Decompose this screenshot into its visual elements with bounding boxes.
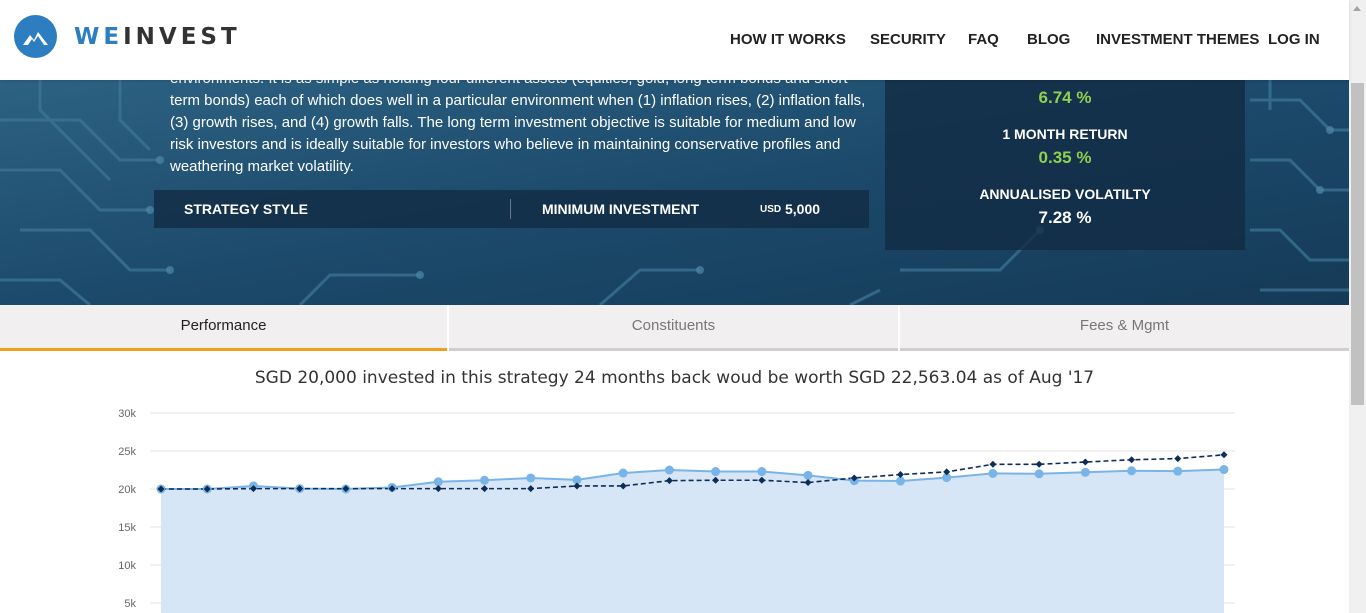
tab-performance[interactable]: Performance xyxy=(0,305,447,351)
strategy-hero: environments. It is as simple as holding… xyxy=(0,80,1349,305)
nav-log-in[interactable]: LOG IN xyxy=(1268,31,1320,48)
performance-chart[interactable]: 30k 25k 20k 15k 10k 5k xyxy=(0,395,1349,613)
one-month-return-value: 0.35 % xyxy=(1038,148,1092,167)
weinvest-logo[interactable]: WEINVEST xyxy=(14,15,241,58)
tab-performance-label: Performance xyxy=(180,317,267,334)
series-light-point xyxy=(988,468,998,478)
tab-fees-mgmt[interactable]: Fees & Mgmt xyxy=(900,305,1349,351)
vertical-scrollbar[interactable] xyxy=(1349,0,1366,613)
minimum-investment-value: 5,000 xyxy=(785,201,821,217)
brand-invest: INVEST xyxy=(123,23,241,50)
series-light-point xyxy=(618,468,628,478)
series-light-point xyxy=(711,467,721,477)
volatility-label: ANNUALISED VOLATILTY xyxy=(979,186,1151,202)
minimum-investment-label: MINIMUM INVESTMENT xyxy=(542,201,700,217)
series-light-point xyxy=(526,473,536,483)
y-tick-label: 15k xyxy=(118,522,136,534)
chart-title: SGD 20,000 invested in this strategy 24 … xyxy=(254,368,1095,388)
site-header: WEINVEST HOW IT WORKS SECURITY FAQ BLOG … xyxy=(0,0,1349,80)
series-light-point xyxy=(480,475,490,485)
series-light-point xyxy=(664,465,674,475)
y-tick-label: 30k xyxy=(118,408,136,420)
series-light-point xyxy=(1173,466,1183,476)
nav-blog[interactable]: BLOG xyxy=(1027,31,1070,48)
series-light-point xyxy=(1127,466,1137,476)
brand-we: WE xyxy=(74,23,124,50)
nav-security[interactable]: SECURITY xyxy=(870,31,946,48)
series-dark-point xyxy=(1220,451,1228,459)
mountain-logo-icon xyxy=(14,15,57,58)
series-dark-point xyxy=(1035,460,1043,468)
tab-fees-mgmt-label: Fees & Mgmt xyxy=(1079,317,1170,334)
info-divider xyxy=(510,199,511,219)
scroll-up-arrow-icon[interactable] xyxy=(1353,6,1361,11)
y-tick-label: 10k xyxy=(118,560,136,572)
y-tick-label: 25k xyxy=(118,446,136,458)
scrollbar-thumb[interactable] xyxy=(1351,83,1364,405)
y-tick-label: 20k xyxy=(118,484,136,496)
tab-underline xyxy=(900,348,1349,351)
strategy-stats-panel: 6.74 % 1 MONTH RETURN 0.35 % ANNUALISED … xyxy=(885,80,1245,250)
series-light-point xyxy=(433,477,443,487)
series-light-point xyxy=(1080,467,1090,477)
nav-how-it-works[interactable]: HOW IT WORKS xyxy=(730,31,846,48)
series-light-point xyxy=(1219,465,1229,475)
strategy-style-label: STRATEGY STYLE xyxy=(184,201,308,217)
tab-active-underline xyxy=(0,348,447,351)
series-dark-point xyxy=(1174,455,1182,463)
strategy-tabs: Performance Constituents Fees & Mgmt xyxy=(0,305,1349,351)
strategy-info-bar: STRATEGY STYLE MINIMUM INVESTMENT USD 5,… xyxy=(154,190,869,228)
first-return-value: 6.74 % xyxy=(1038,88,1092,107)
series-area-fill xyxy=(161,469,1224,613)
series-dark-point xyxy=(989,460,997,468)
strategy-description: environments. It is as simple as holding… xyxy=(170,80,866,175)
series-dark-point xyxy=(1128,456,1136,464)
tab-underline xyxy=(449,348,898,351)
one-month-return-label: 1 MONTH RETURN xyxy=(1002,126,1128,142)
series-dark-point xyxy=(896,471,904,479)
brand-wordmark: WEINVEST xyxy=(74,24,241,50)
tab-constituents-label: Constituents xyxy=(631,317,716,334)
series-light-point xyxy=(1034,469,1044,479)
minimum-investment-currency: USD xyxy=(760,204,782,215)
tab-constituents[interactable]: Constituents xyxy=(449,305,898,351)
volatility-value: 7.28 % xyxy=(1038,208,1092,227)
page: WEINVEST HOW IT WORKS SECURITY FAQ BLOG … xyxy=(0,0,1366,613)
series-light-point xyxy=(803,470,813,480)
series-light-point xyxy=(757,467,767,477)
nav-investment-themes[interactable]: INVESTMENT THEMES xyxy=(1096,31,1259,48)
series-dark-point xyxy=(1081,458,1089,466)
nav-faq[interactable]: FAQ xyxy=(968,31,999,48)
y-tick-label: 5k xyxy=(124,598,136,610)
